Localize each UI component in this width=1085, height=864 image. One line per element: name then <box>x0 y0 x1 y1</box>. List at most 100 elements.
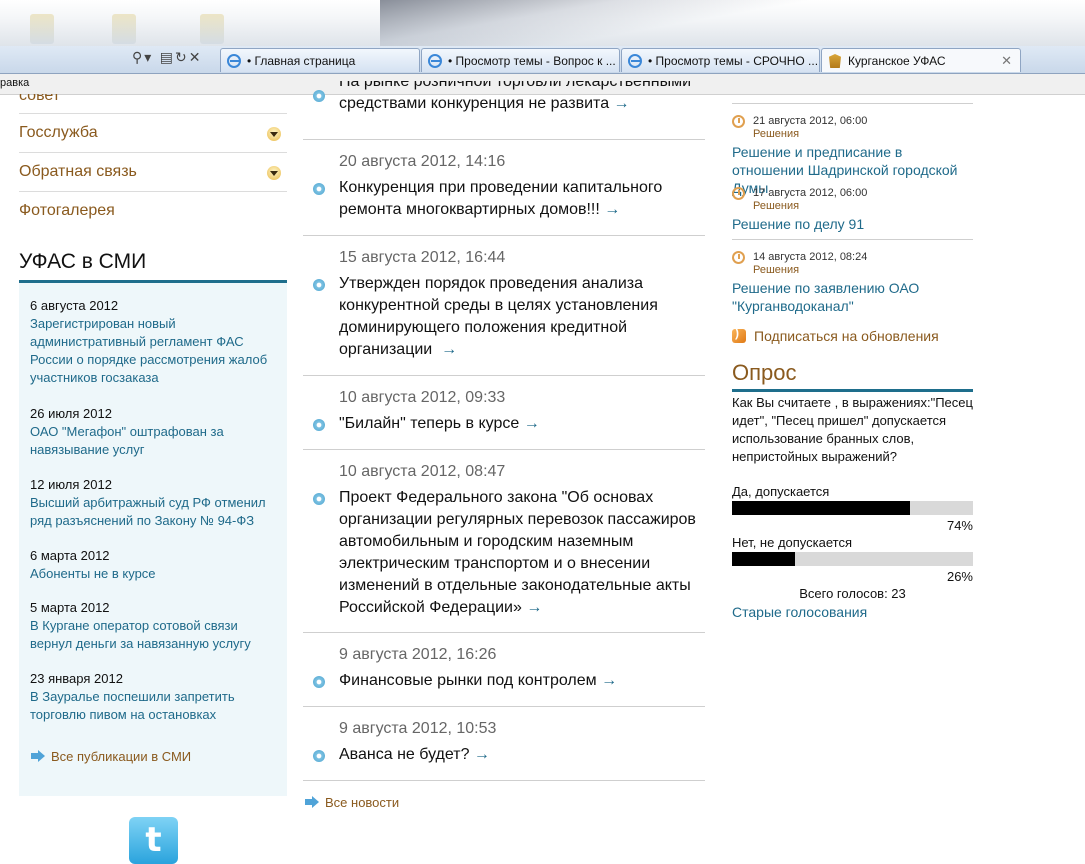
tab-label: • Просмотр темы - СРОЧНО ... <box>648 54 819 68</box>
emblem-icon <box>829 54 841 68</box>
all-media-link[interactable]: Все публикации в СМИ <box>31 749 191 764</box>
media-date: 5 марта 2012 <box>30 600 110 615</box>
nav-item-partial[interactable]: совет <box>19 94 287 114</box>
media-link[interactable]: В Кургане оператор сотовой связи вернул … <box>30 617 280 653</box>
tab-topic-question[interactable]: • Просмотр темы - Вопрос к ... <box>421 48 620 72</box>
address-tools: ⚲▾ ▤↻✕ <box>132 50 202 66</box>
arrow-right-icon <box>305 796 319 808</box>
news-item: 10 августа 2012, 09:33 "Билайн" теперь в… <box>303 376 705 450</box>
dropdown-icon[interactable]: ▾ <box>144 50 153 66</box>
media-date: 6 августа 2012 <box>30 298 119 313</box>
subscribe-link[interactable]: Подписаться на обновления <box>732 326 939 344</box>
news-link[interactable]: Проект Федерального закона "Об основах о… <box>339 487 699 619</box>
news-date: 20 августа 2012, 14:16 <box>339 153 506 170</box>
arrow-right-icon[interactable]: → <box>604 201 620 218</box>
poll-question: Как Вы считаете , в выражениях:"Песец ид… <box>732 395 973 464</box>
document-category: Решения <box>753 128 800 140</box>
document-category: Решения <box>753 200 800 212</box>
search-icon[interactable]: ⚲ <box>132 50 144 66</box>
media-link[interactable]: Абоненты не в курсе <box>30 565 280 583</box>
bullet-icon <box>313 183 325 195</box>
news-link[interactable]: "Билайн" теперь в курсе → <box>339 413 699 435</box>
twitter-icon[interactable]: t <box>129 817 178 864</box>
media-entry: 12 июля 2012 Высший арбитражный суд РФ о… <box>30 476 280 530</box>
news-link[interactable]: Аванса не будет? → <box>339 744 699 766</box>
news-item: 15 августа 2012, 16:44 Утвержден порядок… <box>303 236 705 376</box>
media-date: 23 января 2012 <box>30 671 123 686</box>
document-date: 21 августа 2012, 06:00 <box>753 115 868 127</box>
document-date: 14 августа 2012, 08:24 <box>753 251 868 263</box>
tab-label: • Главная страница <box>247 54 356 68</box>
nav-item-civil-service[interactable]: Госслужба <box>19 114 287 153</box>
all-media-label: Все публикации в СМИ <box>51 749 192 764</box>
ie-icon <box>227 54 241 68</box>
tab-kurgan-ufas[interactable]: Курганское УФАС ✕ <box>821 48 1021 72</box>
chevron-down-icon[interactable] <box>267 166 281 180</box>
desktop-icon <box>30 14 54 44</box>
all-news-link[interactable]: Все новости <box>305 795 399 810</box>
arrow-right-icon[interactable]: → <box>524 415 540 432</box>
nav-item-photo-gallery[interactable]: Фотогалерея <box>19 192 287 231</box>
all-news-label: Все новости <box>325 795 400 810</box>
browser-frame <box>0 0 1085 46</box>
poll-percent: 26% <box>946 569 973 584</box>
old-polls-link[interactable]: Старые голосования <box>732 604 867 620</box>
refresh-icon[interactable]: ↻ <box>175 50 189 66</box>
arrow-right-icon[interactable]: → <box>526 599 542 616</box>
poll-percent: 74% <box>946 518 973 533</box>
tab-home[interactable]: • Главная страница <box>220 48 420 72</box>
poll-title: Опрос <box>732 360 797 385</box>
news-title: Финансовые рынки под контролем <box>339 672 597 689</box>
news-item: На рынке розничной торговли лекарственны… <box>303 80 705 140</box>
media-date: 26 июля 2012 <box>30 406 112 421</box>
media-link[interactable]: В Зауралье поспешили запретить торговлю … <box>30 688 280 724</box>
media-box: 6 августа 2012 Зарегистрирован новый адм… <box>19 280 287 796</box>
clock-icon <box>732 251 745 264</box>
bullet-icon <box>313 419 325 431</box>
close-tab-icon[interactable]: ✕ <box>1001 49 1012 72</box>
news-title: Проект Федерального закона "Об основах о… <box>339 489 696 616</box>
news-date: 10 августа 2012, 09:33 <box>339 389 506 406</box>
news-link[interactable]: Утвержден порядок проведения анализа кон… <box>339 273 661 361</box>
document-link[interactable]: Решение по делу 91 <box>732 215 973 233</box>
rss-icon <box>732 326 746 343</box>
clock-icon <box>732 187 745 200</box>
bullet-icon <box>313 90 325 102</box>
news-link[interactable]: На рынке розничной торговли лекарственны… <box>339 81 699 125</box>
nav-item-label: Госслужба <box>19 124 98 141</box>
document-link[interactable]: Решение по заявлению ОАО "Курганводокана… <box>732 279 973 315</box>
media-link[interactable]: Зарегистрирован новый административный р… <box>30 315 280 387</box>
media-date: 12 июля 2012 <box>30 477 112 492</box>
tab-label: • Просмотр темы - Вопрос к ... <box>448 54 616 68</box>
news-item: 9 августа 2012, 10:53 Аванса не будет? → <box>303 707 705 781</box>
close-icon[interactable]: ✕ <box>189 50 203 66</box>
arrow-right-icon[interactable]: → <box>474 746 490 763</box>
news-item: 20 августа 2012, 14:16 Конкуренция при п… <box>303 140 705 236</box>
news-link[interactable]: Конкуренция при проведении капитального … <box>339 177 699 221</box>
news-link[interactable]: Финансовые рынки под контролем → <box>339 670 699 692</box>
poll-bar-fill <box>732 501 911 515</box>
arrow-right-icon[interactable]: → <box>601 672 617 689</box>
nav-item-label: Фотогалерея <box>19 202 115 219</box>
ie-icon <box>428 54 442 68</box>
clock-icon <box>732 115 745 128</box>
news-date: 9 августа 2012, 10:53 <box>339 720 497 737</box>
subscribe-label: Подписаться на обновления <box>754 328 939 344</box>
menu-item-help[interactable]: равка <box>0 77 29 89</box>
document-category: Решения <box>753 264 800 276</box>
chevron-down-icon[interactable] <box>267 127 281 141</box>
media-link[interactable]: ОАО "Мегафон" оштрафован за навязывание … <box>30 423 280 459</box>
bullet-icon <box>313 493 325 505</box>
tab-label: Курганское УФАС <box>848 54 946 68</box>
tab-topic-urgent[interactable]: • Просмотр темы - СРОЧНО ... <box>621 48 820 72</box>
news-title: Аванса не будет? <box>339 746 470 763</box>
divider <box>732 103 973 104</box>
media-entry: 23 января 2012 В Зауралье поспешили запр… <box>30 670 280 724</box>
news-date: 15 августа 2012, 16:44 <box>339 249 506 266</box>
ie-icon <box>628 54 642 68</box>
arrow-right-icon[interactable]: → <box>614 95 630 112</box>
nav-item-feedback[interactable]: Обратная связь <box>19 153 287 192</box>
media-link[interactable]: Высший арбитражный суд РФ отменил ряд ра… <box>30 494 280 530</box>
compat-icon[interactable]: ▤ <box>160 50 175 66</box>
arrow-right-icon[interactable]: → <box>441 341 457 358</box>
